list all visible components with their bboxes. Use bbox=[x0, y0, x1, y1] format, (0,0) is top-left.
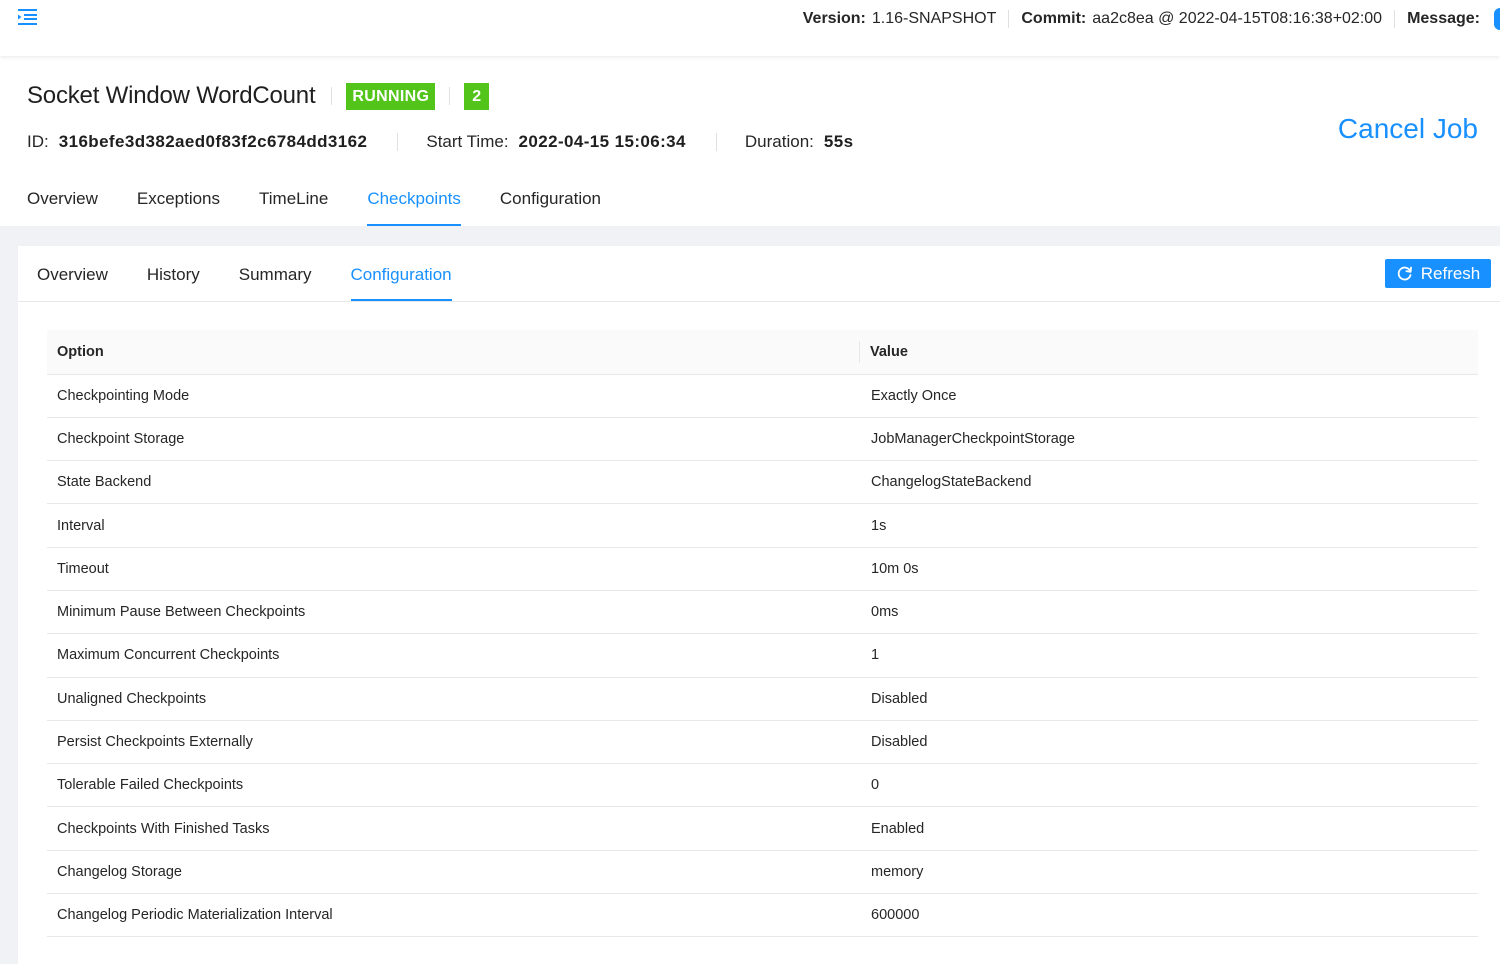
table-row: Persist Checkpoints Externally Disabled bbox=[47, 720, 1478, 765]
task-count-badge: 2 bbox=[464, 82, 490, 110]
tab-timeline[interactable]: TimeLine bbox=[259, 180, 328, 226]
version-label: Version: bbox=[802, 10, 866, 27]
version-info: Version: 1.16-SNAPSHOT bbox=[791, 10, 1009, 28]
version-value: 1.16-SNAPSHOT bbox=[871, 10, 997, 27]
value-cell: memory bbox=[860, 850, 1478, 895]
value-cell: JobManagerCheckpointStorage bbox=[860, 417, 1478, 462]
table-row: Checkpoint Storage JobManagerCheckpointSt… bbox=[47, 417, 1478, 462]
tab-exceptions[interactable]: Exceptions bbox=[137, 180, 220, 226]
build-info: Version: 1.16-SNAPSHOT Commit: aa2c8ea @… bbox=[791, 8, 1500, 30]
value-cell: Disabled bbox=[860, 720, 1478, 765]
option-cell: Unaligned Checkpoints bbox=[47, 677, 860, 721]
refresh-label: Refresh bbox=[1420, 263, 1481, 283]
job-meta: ID: 316befe3d382aed0f83f2c6784dd3162 Sta… bbox=[27, 132, 853, 152]
status-badge: RUNNING bbox=[346, 82, 436, 110]
option-cell: State Backend bbox=[47, 460, 860, 505]
menu-fold-icon[interactable] bbox=[17, 7, 39, 27]
subtab-history[interactable]: History bbox=[147, 246, 200, 301]
divider bbox=[715, 133, 717, 151]
start-time-value: 2022-04-15 15:06:34 bbox=[518, 132, 686, 151]
top-header: Version: 1.16-SNAPSHOT Commit: aa2c8ea @… bbox=[0, 0, 1500, 56]
table-header-row: Option Value bbox=[47, 330, 1478, 375]
value-cell: 1 bbox=[860, 633, 1478, 678]
option-cell: Checkpointing Mode bbox=[47, 374, 860, 418]
start-time-label: Start Time: bbox=[426, 132, 509, 151]
refresh-icon bbox=[1397, 266, 1412, 281]
job-tabs: Overview Exceptions TimeLine Checkpoints… bbox=[27, 180, 640, 226]
refresh-button[interactable]: Refresh bbox=[1385, 259, 1491, 288]
tab-overview[interactable]: Overview bbox=[27, 180, 98, 226]
duration-label: Duration: bbox=[744, 132, 814, 151]
option-cell: Persist Checkpoints Externally bbox=[47, 720, 860, 765]
value-cell: 0 bbox=[860, 763, 1478, 808]
divider bbox=[449, 87, 451, 105]
option-cell: Changelog Storage bbox=[47, 850, 860, 895]
table-row: Unaligned Checkpoints Disabled bbox=[47, 677, 1478, 721]
option-cell: Checkpoints With Finished Tasks bbox=[47, 806, 860, 851]
value-cell: Enabled bbox=[860, 806, 1478, 851]
job-title: Socket Window WordCount bbox=[27, 82, 316, 109]
option-cell: Tolerable Failed Checkpoints bbox=[47, 763, 860, 808]
table-row: Changelog Periodic Materialization Inter… bbox=[47, 893, 1478, 938]
cancel-job-button[interactable]: Cancel Job bbox=[1338, 113, 1478, 145]
content-area: Overview History Summary Configuration R… bbox=[0, 226, 1500, 964]
option-cell: Checkpoint Storage bbox=[47, 417, 860, 462]
checkpoint-config-table: Option Value Checkpointing Mode Exactly O… bbox=[47, 330, 1478, 938]
divider bbox=[397, 133, 399, 151]
option-cell: Timeout bbox=[47, 547, 860, 591]
tab-checkpoints[interactable]: Checkpoints bbox=[367, 180, 461, 226]
option-cell: Maximum Concurrent Checkpoints bbox=[47, 633, 860, 678]
column-header-option: Option bbox=[47, 330, 860, 375]
value-cell: 1s bbox=[860, 503, 1478, 548]
table-row: Timeout 10m 0s bbox=[47, 547, 1478, 591]
message-indicator-icon[interactable] bbox=[1494, 8, 1500, 30]
option-cell: Minimum Pause Between Checkpoints bbox=[47, 590, 860, 635]
job-title-row: Socket Window WordCount RUNNING 2 bbox=[27, 82, 490, 110]
table-row: Checkpoints With Finished Tasks Enabled bbox=[47, 806, 1478, 851]
divider bbox=[18, 301, 1500, 302]
value-cell: 10m 0s bbox=[860, 547, 1478, 591]
table-row: State Backend ChangelogStateBackend bbox=[47, 460, 1478, 505]
tab-configuration[interactable]: Configuration bbox=[500, 180, 601, 226]
value-cell: ChangelogStateBackend bbox=[860, 460, 1478, 505]
column-header-value: Value bbox=[860, 330, 1478, 375]
subtab-configuration[interactable]: Configuration bbox=[350, 246, 452, 301]
subtab-summary[interactable]: Summary bbox=[239, 246, 312, 301]
checkpoints-card: Overview History Summary Configuration R… bbox=[18, 246, 1500, 964]
job-id-value: 316befe3d382aed0f83f2c6784dd3162 bbox=[58, 132, 368, 151]
table-row: Changelog Storage memory bbox=[47, 850, 1478, 895]
value-cell: Disabled bbox=[860, 677, 1478, 721]
value-cell: 0ms bbox=[860, 590, 1478, 635]
commit-value: aa2c8ea @ 2022-04-15T08:16:38+02:00 bbox=[1092, 10, 1383, 27]
subtab-overview[interactable]: Overview bbox=[37, 246, 108, 301]
value-cell: 600000 bbox=[860, 893, 1478, 938]
checkpoint-tabs: Overview History Summary Configuration bbox=[37, 246, 491, 301]
table-row: Tolerable Failed Checkpoints 0 bbox=[47, 763, 1478, 808]
option-cell: Changelog Periodic Materialization Inter… bbox=[47, 893, 860, 938]
message-label: Message: bbox=[1407, 10, 1480, 27]
table-row: Maximum Concurrent Checkpoints 1 bbox=[47, 633, 1478, 678]
commit-label: Commit: bbox=[1021, 10, 1087, 27]
table-row: Interval 1s bbox=[47, 503, 1478, 548]
divider bbox=[331, 87, 333, 105]
commit-info: Commit: aa2c8ea @ 2022-04-15T08:16:38+02… bbox=[1009, 10, 1394, 28]
table-row: Checkpointing Mode Exactly Once bbox=[47, 374, 1478, 418]
table-row: Minimum Pause Between Checkpoints 0ms bbox=[47, 590, 1478, 635]
job-id-label: ID: bbox=[27, 132, 49, 151]
value-cell: Exactly Once bbox=[860, 374, 1478, 418]
message-info[interactable]: Message: bbox=[1395, 8, 1500, 30]
duration-value: 55s bbox=[823, 132, 854, 151]
option-cell: Interval bbox=[47, 503, 860, 548]
